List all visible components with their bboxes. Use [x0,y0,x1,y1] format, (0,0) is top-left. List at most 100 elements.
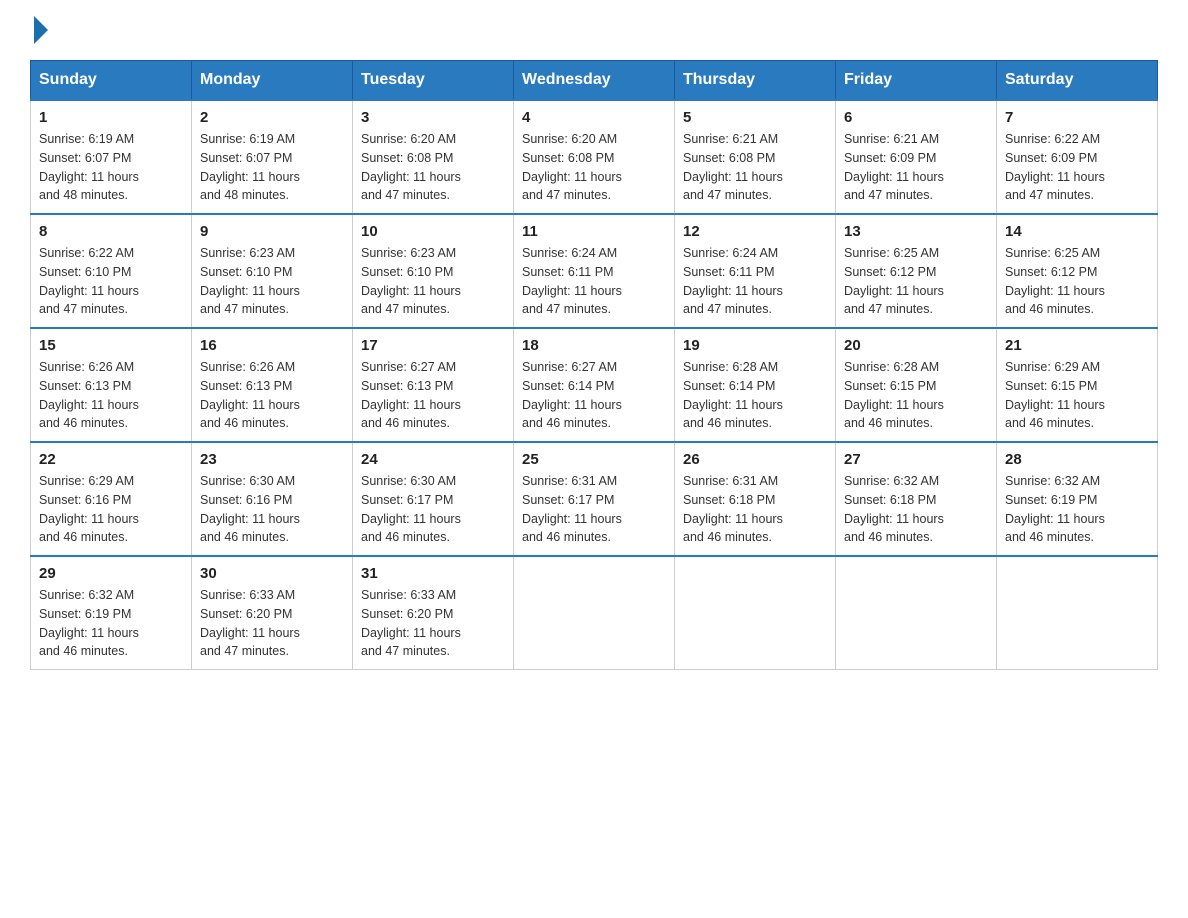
day-info: Sunrise: 6:25 AM Sunset: 6:12 PM Dayligh… [844,244,988,319]
calendar-cell: 13 Sunrise: 6:25 AM Sunset: 6:12 PM Dayl… [836,214,997,328]
page-header [30,20,1158,40]
day-number: 17 [361,337,505,354]
calendar-week-row-1: 1 Sunrise: 6:19 AM Sunset: 6:07 PM Dayli… [31,100,1158,214]
day-info: Sunrise: 6:29 AM Sunset: 6:15 PM Dayligh… [1005,358,1149,433]
calendar-cell: 23 Sunrise: 6:30 AM Sunset: 6:16 PM Dayl… [192,442,353,556]
calendar-cell: 30 Sunrise: 6:33 AM Sunset: 6:20 PM Dayl… [192,556,353,670]
calendar-cell: 18 Sunrise: 6:27 AM Sunset: 6:14 PM Dayl… [514,328,675,442]
day-number: 3 [361,109,505,126]
day-info: Sunrise: 6:20 AM Sunset: 6:08 PM Dayligh… [522,130,666,205]
calendar-cell: 12 Sunrise: 6:24 AM Sunset: 6:11 PM Dayl… [675,214,836,328]
day-number: 24 [361,451,505,468]
day-info: Sunrise: 6:28 AM Sunset: 6:14 PM Dayligh… [683,358,827,433]
day-number: 5 [683,109,827,126]
day-info: Sunrise: 6:20 AM Sunset: 6:08 PM Dayligh… [361,130,505,205]
calendar-week-row-4: 22 Sunrise: 6:29 AM Sunset: 6:16 PM Dayl… [31,442,1158,556]
calendar-cell: 20 Sunrise: 6:28 AM Sunset: 6:15 PM Dayl… [836,328,997,442]
day-number: 20 [844,337,988,354]
calendar-header-friday: Friday [836,61,997,101]
day-number: 8 [39,223,183,240]
calendar-header-tuesday: Tuesday [353,61,514,101]
calendar-cell: 19 Sunrise: 6:28 AM Sunset: 6:14 PM Dayl… [675,328,836,442]
day-number: 26 [683,451,827,468]
day-info: Sunrise: 6:24 AM Sunset: 6:11 PM Dayligh… [683,244,827,319]
calendar-cell: 7 Sunrise: 6:22 AM Sunset: 6:09 PM Dayli… [997,100,1158,214]
day-info: Sunrise: 6:21 AM Sunset: 6:09 PM Dayligh… [844,130,988,205]
calendar-header-sunday: Sunday [31,61,192,101]
calendar-cell: 14 Sunrise: 6:25 AM Sunset: 6:12 PM Dayl… [997,214,1158,328]
calendar-cell: 4 Sunrise: 6:20 AM Sunset: 6:08 PM Dayli… [514,100,675,214]
logo-arrow-icon [34,16,48,44]
calendar-cell [836,556,997,670]
calendar-week-row-2: 8 Sunrise: 6:22 AM Sunset: 6:10 PM Dayli… [31,214,1158,328]
calendar-cell: 1 Sunrise: 6:19 AM Sunset: 6:07 PM Dayli… [31,100,192,214]
day-info: Sunrise: 6:24 AM Sunset: 6:11 PM Dayligh… [522,244,666,319]
calendar-header-saturday: Saturday [997,61,1158,101]
calendar-week-row-3: 15 Sunrise: 6:26 AM Sunset: 6:13 PM Dayl… [31,328,1158,442]
logo [30,20,48,40]
calendar-header-wednesday: Wednesday [514,61,675,101]
day-number: 6 [844,109,988,126]
day-number: 2 [200,109,344,126]
calendar-cell: 22 Sunrise: 6:29 AM Sunset: 6:16 PM Dayl… [31,442,192,556]
calendar-cell [997,556,1158,670]
day-number: 23 [200,451,344,468]
day-number: 16 [200,337,344,354]
day-info: Sunrise: 6:22 AM Sunset: 6:09 PM Dayligh… [1005,130,1149,205]
day-number: 27 [844,451,988,468]
calendar-header-monday: Monday [192,61,353,101]
calendar-cell: 9 Sunrise: 6:23 AM Sunset: 6:10 PM Dayli… [192,214,353,328]
day-number: 31 [361,565,505,582]
day-info: Sunrise: 6:32 AM Sunset: 6:19 PM Dayligh… [1005,472,1149,547]
calendar-cell: 27 Sunrise: 6:32 AM Sunset: 6:18 PM Dayl… [836,442,997,556]
calendar-cell: 26 Sunrise: 6:31 AM Sunset: 6:18 PM Dayl… [675,442,836,556]
calendar-table: SundayMondayTuesdayWednesdayThursdayFrid… [30,60,1158,670]
day-number: 10 [361,223,505,240]
calendar-cell: 29 Sunrise: 6:32 AM Sunset: 6:19 PM Dayl… [31,556,192,670]
day-info: Sunrise: 6:27 AM Sunset: 6:13 PM Dayligh… [361,358,505,433]
day-number: 21 [1005,337,1149,354]
day-number: 18 [522,337,666,354]
day-info: Sunrise: 6:27 AM Sunset: 6:14 PM Dayligh… [522,358,666,433]
day-info: Sunrise: 6:26 AM Sunset: 6:13 PM Dayligh… [39,358,183,433]
day-number: 15 [39,337,183,354]
day-number: 22 [39,451,183,468]
day-info: Sunrise: 6:31 AM Sunset: 6:17 PM Dayligh… [522,472,666,547]
day-info: Sunrise: 6:33 AM Sunset: 6:20 PM Dayligh… [200,586,344,661]
day-info: Sunrise: 6:32 AM Sunset: 6:18 PM Dayligh… [844,472,988,547]
day-number: 11 [522,223,666,240]
day-info: Sunrise: 6:19 AM Sunset: 6:07 PM Dayligh… [39,130,183,205]
day-info: Sunrise: 6:25 AM Sunset: 6:12 PM Dayligh… [1005,244,1149,319]
day-number: 4 [522,109,666,126]
day-number: 1 [39,109,183,126]
calendar-cell: 31 Sunrise: 6:33 AM Sunset: 6:20 PM Dayl… [353,556,514,670]
calendar-cell: 10 Sunrise: 6:23 AM Sunset: 6:10 PM Dayl… [353,214,514,328]
day-number: 28 [1005,451,1149,468]
calendar-cell: 28 Sunrise: 6:32 AM Sunset: 6:19 PM Dayl… [997,442,1158,556]
calendar-week-row-5: 29 Sunrise: 6:32 AM Sunset: 6:19 PM Dayl… [31,556,1158,670]
day-info: Sunrise: 6:19 AM Sunset: 6:07 PM Dayligh… [200,130,344,205]
calendar-cell [675,556,836,670]
calendar-cell: 6 Sunrise: 6:21 AM Sunset: 6:09 PM Dayli… [836,100,997,214]
day-info: Sunrise: 6:30 AM Sunset: 6:16 PM Dayligh… [200,472,344,547]
calendar-cell: 21 Sunrise: 6:29 AM Sunset: 6:15 PM Dayl… [997,328,1158,442]
calendar-cell: 16 Sunrise: 6:26 AM Sunset: 6:13 PM Dayl… [192,328,353,442]
day-info: Sunrise: 6:30 AM Sunset: 6:17 PM Dayligh… [361,472,505,547]
day-number: 19 [683,337,827,354]
calendar-cell: 2 Sunrise: 6:19 AM Sunset: 6:07 PM Dayli… [192,100,353,214]
day-number: 12 [683,223,827,240]
day-info: Sunrise: 6:28 AM Sunset: 6:15 PM Dayligh… [844,358,988,433]
calendar-cell: 17 Sunrise: 6:27 AM Sunset: 6:13 PM Dayl… [353,328,514,442]
day-number: 25 [522,451,666,468]
calendar-cell: 15 Sunrise: 6:26 AM Sunset: 6:13 PM Dayl… [31,328,192,442]
day-info: Sunrise: 6:22 AM Sunset: 6:10 PM Dayligh… [39,244,183,319]
calendar-cell: 5 Sunrise: 6:21 AM Sunset: 6:08 PM Dayli… [675,100,836,214]
day-number: 9 [200,223,344,240]
calendar-header-row: SundayMondayTuesdayWednesdayThursdayFrid… [31,61,1158,101]
calendar-cell: 24 Sunrise: 6:30 AM Sunset: 6:17 PM Dayl… [353,442,514,556]
calendar-cell: 25 Sunrise: 6:31 AM Sunset: 6:17 PM Dayl… [514,442,675,556]
calendar-cell: 11 Sunrise: 6:24 AM Sunset: 6:11 PM Dayl… [514,214,675,328]
calendar-cell: 3 Sunrise: 6:20 AM Sunset: 6:08 PM Dayli… [353,100,514,214]
day-info: Sunrise: 6:26 AM Sunset: 6:13 PM Dayligh… [200,358,344,433]
calendar-header-thursday: Thursday [675,61,836,101]
